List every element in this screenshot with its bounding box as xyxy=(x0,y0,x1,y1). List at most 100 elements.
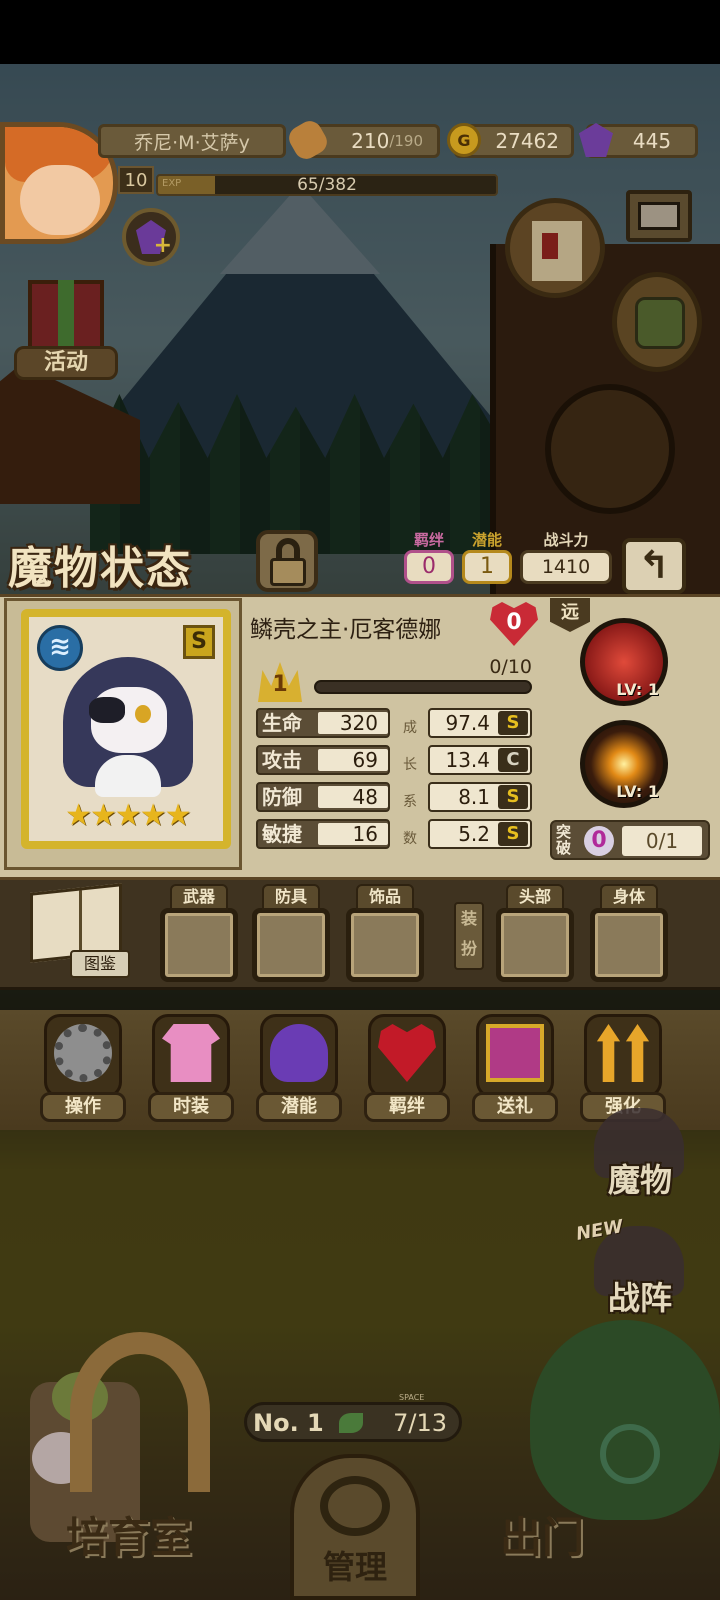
lock-icon xyxy=(270,558,306,586)
stat-label: 攻击 xyxy=(262,748,302,772)
formation-button[interactable]: NEW 战阵 xyxy=(574,1216,704,1322)
stat-value: 48 xyxy=(352,785,378,809)
bond-value: 0 xyxy=(404,550,454,584)
growth-row-hp: 97.4 S xyxy=(428,708,532,738)
gift-icon xyxy=(486,1024,544,1082)
potential-stat: 潜能 1 xyxy=(462,532,512,584)
monster-card[interactable]: ≋ S ★★★★★ xyxy=(4,598,242,870)
stat-label: 防御 xyxy=(262,785,302,809)
growth-char: 长 xyxy=(403,757,417,773)
potential-value: 1 xyxy=(462,550,512,584)
water-element-icon: ≋ xyxy=(37,625,83,671)
growth-char: 系 xyxy=(403,794,417,810)
rank-label: No. 1 xyxy=(253,1409,324,1437)
codex-button[interactable]: 图鉴 xyxy=(30,883,130,978)
player-name: 乔尼·M·艾萨y xyxy=(98,124,286,158)
weapon-slot[interactable]: 武器 xyxy=(160,884,238,982)
skill-serpent-icon[interactable]: LV: 1 xyxy=(580,618,668,706)
avatar-face xyxy=(20,165,100,235)
page-title: 魔物状态 xyxy=(8,543,192,594)
growth-value: 5.2 xyxy=(458,822,490,846)
potential-button[interactable]: 潜能 xyxy=(256,1014,342,1126)
plus-icon: + xyxy=(153,233,172,258)
slot-box xyxy=(496,908,574,982)
dress-up-tag: 装扮 xyxy=(454,902,484,970)
growth-value: 8.1 xyxy=(458,785,490,809)
head-slot[interactable]: 头部 xyxy=(496,884,574,982)
body-slot[interactable]: 身体 xyxy=(590,884,668,982)
manage-button[interactable]: 管理 xyxy=(290,1454,420,1600)
fur-tail xyxy=(70,1332,210,1492)
stamina-counter[interactable]: 210/190 xyxy=(284,116,440,164)
lock-button[interactable] xyxy=(256,530,318,592)
skill-level: LV: 1 xyxy=(616,680,659,699)
potential-label: 潜能 xyxy=(256,1092,342,1122)
breakthrough[interactable]: 突破 0 0/1 xyxy=(550,820,710,860)
activity-label: 活动 xyxy=(14,346,118,380)
stat-label: 敏捷 xyxy=(262,822,302,846)
stat-row-agility: 敏捷 16 xyxy=(256,819,390,849)
gold-counter[interactable]: G 27462 xyxy=(447,123,574,158)
gold-amount: 27462 xyxy=(495,129,559,153)
stat-row-hp: 生命 320 xyxy=(256,708,390,738)
accessory-slot[interactable]: 饰品 xyxy=(346,884,424,982)
button-frame xyxy=(584,1014,662,1098)
bond-button[interactable]: 羁绊 xyxy=(364,1014,450,1126)
growth-value: 13.4 xyxy=(445,748,490,772)
skill-level: LV: 1 xyxy=(616,782,659,801)
gold-coin-icon: G xyxy=(447,123,481,157)
gem-counter[interactable]: 445 xyxy=(579,123,698,158)
gift-button[interactable]: 送礼 xyxy=(472,1014,558,1126)
gear-icon xyxy=(54,1024,112,1082)
growth-row-attack: 13.4 C xyxy=(428,745,532,775)
manage-label: 管理 xyxy=(322,1548,387,1586)
growth-value: 97.4 xyxy=(445,711,490,735)
stat-value: 69 xyxy=(352,748,378,772)
nursery-label[interactable]: 培育室 xyxy=(66,1504,192,1565)
activity-button[interactable]: 活动 xyxy=(14,272,118,390)
slot-title: 防具 xyxy=(262,884,320,910)
stat-value: 320 xyxy=(339,711,378,735)
status-bar xyxy=(0,0,720,64)
gift-label: 送礼 xyxy=(472,1092,558,1122)
exit-tree[interactable] xyxy=(530,1320,720,1520)
back-button[interactable]: ↰ xyxy=(622,538,686,594)
slot-title: 饰品 xyxy=(356,884,414,910)
stat-row-attack: 攻击 69 xyxy=(256,745,390,775)
mail-button[interactable] xyxy=(626,190,692,242)
skill-burst-icon[interactable]: LV: 1 xyxy=(580,720,668,808)
breakthrough-value: 0 xyxy=(584,826,614,856)
star-rating: ★★★★★ xyxy=(65,798,191,833)
growth-row-agility: 5.2 S xyxy=(428,819,532,849)
operate-label: 操作 xyxy=(40,1092,126,1122)
operate-button[interactable]: 操作 xyxy=(40,1014,126,1126)
quill-mark xyxy=(542,233,558,259)
bond-stat: 羁绊 0 xyxy=(404,532,454,584)
quest-scroll-button[interactable] xyxy=(505,198,605,298)
monster-info: 鳞壳之主·厄客德娜 0 1 0/10 生命 320 攻击 69 防御 48 敏捷… xyxy=(244,598,542,870)
space-caption: SPACE xyxy=(399,1393,425,1402)
slot-title: 身体 xyxy=(600,884,658,910)
bond-title: 羁绊 xyxy=(413,531,444,549)
level-progress: 0/10 xyxy=(489,656,532,678)
stat-value: 16 xyxy=(352,822,378,846)
space-value: 7/13 xyxy=(393,1409,447,1437)
fashion-button[interactable]: 时装 xyxy=(148,1014,234,1126)
gem-amount: 445 xyxy=(632,129,672,153)
stamina-max: /190 xyxy=(389,132,423,150)
buy-gems-button[interactable]: + xyxy=(122,208,180,266)
skills-panel: 远 LV: 1 LV: 1 突破 0 0/1 xyxy=(544,598,714,870)
growth-grade: C xyxy=(498,748,528,772)
armor-slot[interactable]: 防具 xyxy=(252,884,330,982)
monsters-button[interactable]: 魔物 xyxy=(574,1108,704,1204)
stamina-current: 210 xyxy=(351,129,390,153)
growth-grade: S xyxy=(498,822,528,846)
backpack-button[interactable] xyxy=(612,272,702,372)
monster-name: 鳞壳之主·厄客德娜 xyxy=(250,617,442,643)
backpack-icon xyxy=(635,297,685,349)
formation-label: 战阵 xyxy=(607,1279,672,1317)
exit-label[interactable]: 出门 xyxy=(500,1504,584,1565)
portal-swirl-icon xyxy=(600,1424,660,1484)
slot-title: 武器 xyxy=(170,884,228,910)
exp-bar: EXP 65/382 xyxy=(156,174,498,196)
